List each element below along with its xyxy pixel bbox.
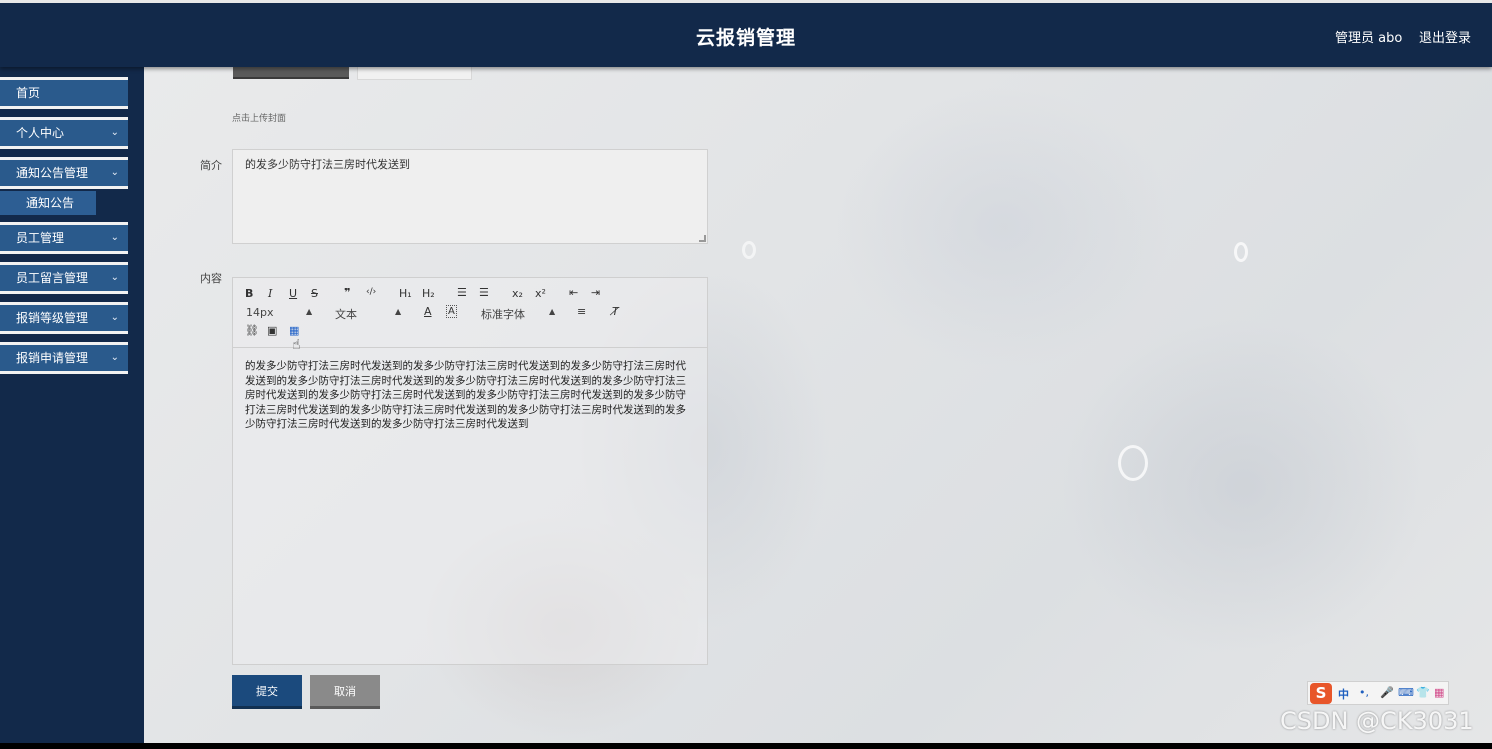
- sidebar-item-application-management[interactable]: 报销申请管理 ⌄: [0, 342, 128, 374]
- sidebar-item-label: 员工管理: [16, 231, 65, 245]
- ordered-list-icon[interactable]: ☰: [457, 286, 467, 299]
- editor-toolbar: B I U S ❞ ‹/› H₁ H₂ ☰ ☰ x₂ x² ⇤ ⇥ 14px ▲…: [233, 278, 707, 353]
- skin-icon[interactable]: 👕: [1416, 686, 1430, 699]
- ime-mode-icon[interactable]: 中: [1338, 686, 1349, 702]
- bold-icon[interactable]: B: [245, 287, 253, 300]
- sidebar: 首页 个人中心 ⌄ 通知公告管理 ⌄ 通知公告 员工管理 ⌄ 员工留言管理 ⌄ …: [0, 67, 144, 743]
- background-decoration: [1234, 242, 1248, 262]
- cover-upload-box[interactable]: [357, 67, 472, 80]
- editor-content[interactable]: 的发多少防守打法三房时代发送到的发多少防守打法三房时代发送到的发多少防守打法三房…: [245, 359, 689, 432]
- chevron-down-icon: ⌄: [110, 167, 119, 178]
- summary-value: 的发多少防守打法三房时代发送到: [245, 158, 410, 171]
- bullet-list-icon[interactable]: ☰: [479, 286, 489, 299]
- font-size-value: 14px: [246, 306, 274, 319]
- clear-format-icon[interactable]: T̸: [612, 305, 619, 318]
- logout-link[interactable]: 退出登录: [1419, 27, 1471, 46]
- sidebar-item-label: 首页: [16, 86, 41, 100]
- background-color-icon[interactable]: A: [446, 305, 457, 318]
- sidebar-item-home[interactable]: 首页: [0, 77, 128, 109]
- chevron-down-icon: ⌄: [110, 272, 119, 283]
- ime-toolbar[interactable]: S 中 •, 🎤 ⌨ 👕 ▦: [1307, 681, 1449, 705]
- sidebar-item-label: 个人中心: [16, 126, 65, 140]
- font-family-value: 标准字体: [481, 308, 525, 321]
- summary-textarea[interactable]: 的发多少防守打法三房时代发送到: [232, 149, 708, 244]
- indent-icon[interactable]: ⇥: [591, 286, 600, 299]
- hand-cursor-icon: ☝: [292, 337, 301, 353]
- bottom-strip: [0, 743, 1492, 749]
- sidebar-item-message-management[interactable]: 员工留言管理 ⌄: [0, 262, 128, 294]
- font-family-select[interactable]: 标准字体 ▲: [481, 306, 561, 322]
- italic-icon[interactable]: I: [268, 287, 272, 300]
- image-icon[interactable]: ▣: [267, 324, 277, 337]
- summary-label: 简介: [200, 159, 222, 172]
- sidebar-item-personal-center[interactable]: 个人中心 ⌄: [0, 117, 128, 149]
- sidebar-item-label: 报销等级管理: [16, 311, 89, 325]
- align-icon[interactable]: ≡: [577, 305, 586, 318]
- link-icon[interactable]: ⛓: [245, 324, 259, 337]
- header1-icon[interactable]: H₁: [399, 287, 412, 300]
- header2-icon[interactable]: H₂: [422, 287, 435, 300]
- resize-handle-icon[interactable]: [699, 235, 706, 242]
- apps-icon[interactable]: ▦: [1434, 686, 1444, 699]
- subscript-icon[interactable]: x₂: [512, 287, 523, 300]
- select-arrows-icon: ▲: [549, 307, 556, 316]
- video-icon[interactable]: ▦: [289, 324, 299, 337]
- watermark: CSDN @CK3031: [1280, 707, 1474, 735]
- code-block-icon[interactable]: ‹/›: [366, 287, 376, 297]
- blockquote-icon[interactable]: ❞: [344, 286, 350, 299]
- font-size-select[interactable]: 14px ▲: [246, 306, 316, 319]
- cancel-button[interactable]: 取消: [310, 675, 380, 709]
- sidebar-subitem-notice[interactable]: 通知公告: [0, 191, 96, 215]
- rich-text-editor[interactable]: B I U S ❞ ‹/› H₁ H₂ ☰ ☰ x₂ x² ⇤ ⇥ 14px ▲…: [232, 277, 708, 665]
- main-content: 点击上传封面 简介 的发多少防守打法三房时代发送到 内容 B I U S ❞ ‹…: [144, 67, 1492, 743]
- strikethrough-icon[interactable]: S: [311, 287, 318, 300]
- select-arrows-icon: ▲: [395, 307, 402, 316]
- cover-image[interactable]: [233, 67, 349, 79]
- sidebar-item-label: 员工留言管理: [16, 271, 89, 285]
- current-user: 管理员 abo: [1335, 31, 1403, 46]
- block-type-value: 文本: [335, 308, 357, 321]
- ime-punct-icon[interactable]: •,: [1359, 686, 1369, 699]
- sidebar-item-label: 通知公告管理: [16, 166, 89, 180]
- background-decoration: [1118, 445, 1148, 481]
- microphone-icon[interactable]: 🎤: [1380, 686, 1394, 699]
- underline-icon[interactable]: U: [289, 287, 297, 300]
- app-title: 云报销管理: [695, 27, 796, 49]
- outdent-icon[interactable]: ⇤: [569, 286, 578, 299]
- chevron-down-icon: ⌄: [110, 352, 119, 363]
- submit-button[interactable]: 提交: [232, 675, 302, 709]
- sidebar-item-notice-management[interactable]: 通知公告管理 ⌄: [0, 157, 128, 189]
- sidebar-item-label: 报销申请管理: [16, 351, 89, 365]
- font-color-icon[interactable]: A: [424, 305, 432, 318]
- keyboard-icon[interactable]: ⌨: [1398, 686, 1414, 699]
- sidebar-item-employee-management[interactable]: 员工管理 ⌄: [0, 222, 128, 254]
- background-decoration: [742, 241, 756, 259]
- chevron-down-icon: ⌄: [110, 312, 119, 323]
- sidebar-item-level-management[interactable]: 报销等级管理 ⌄: [0, 302, 128, 334]
- select-arrows-icon: ▲: [306, 307, 313, 316]
- chevron-down-icon: ⌄: [110, 127, 119, 138]
- top-header: 云报销管理 管理员 abo 退出登录: [0, 0, 1492, 67]
- superscript-icon[interactable]: x²: [535, 287, 546, 300]
- upload-hint[interactable]: 点击上传封面: [232, 111, 286, 124]
- block-type-select[interactable]: 文本 ▲: [335, 306, 405, 322]
- sogou-logo-icon[interactable]: S: [1310, 683, 1332, 704]
- chevron-down-icon: ⌄: [110, 232, 119, 243]
- content-label: 内容: [200, 272, 222, 285]
